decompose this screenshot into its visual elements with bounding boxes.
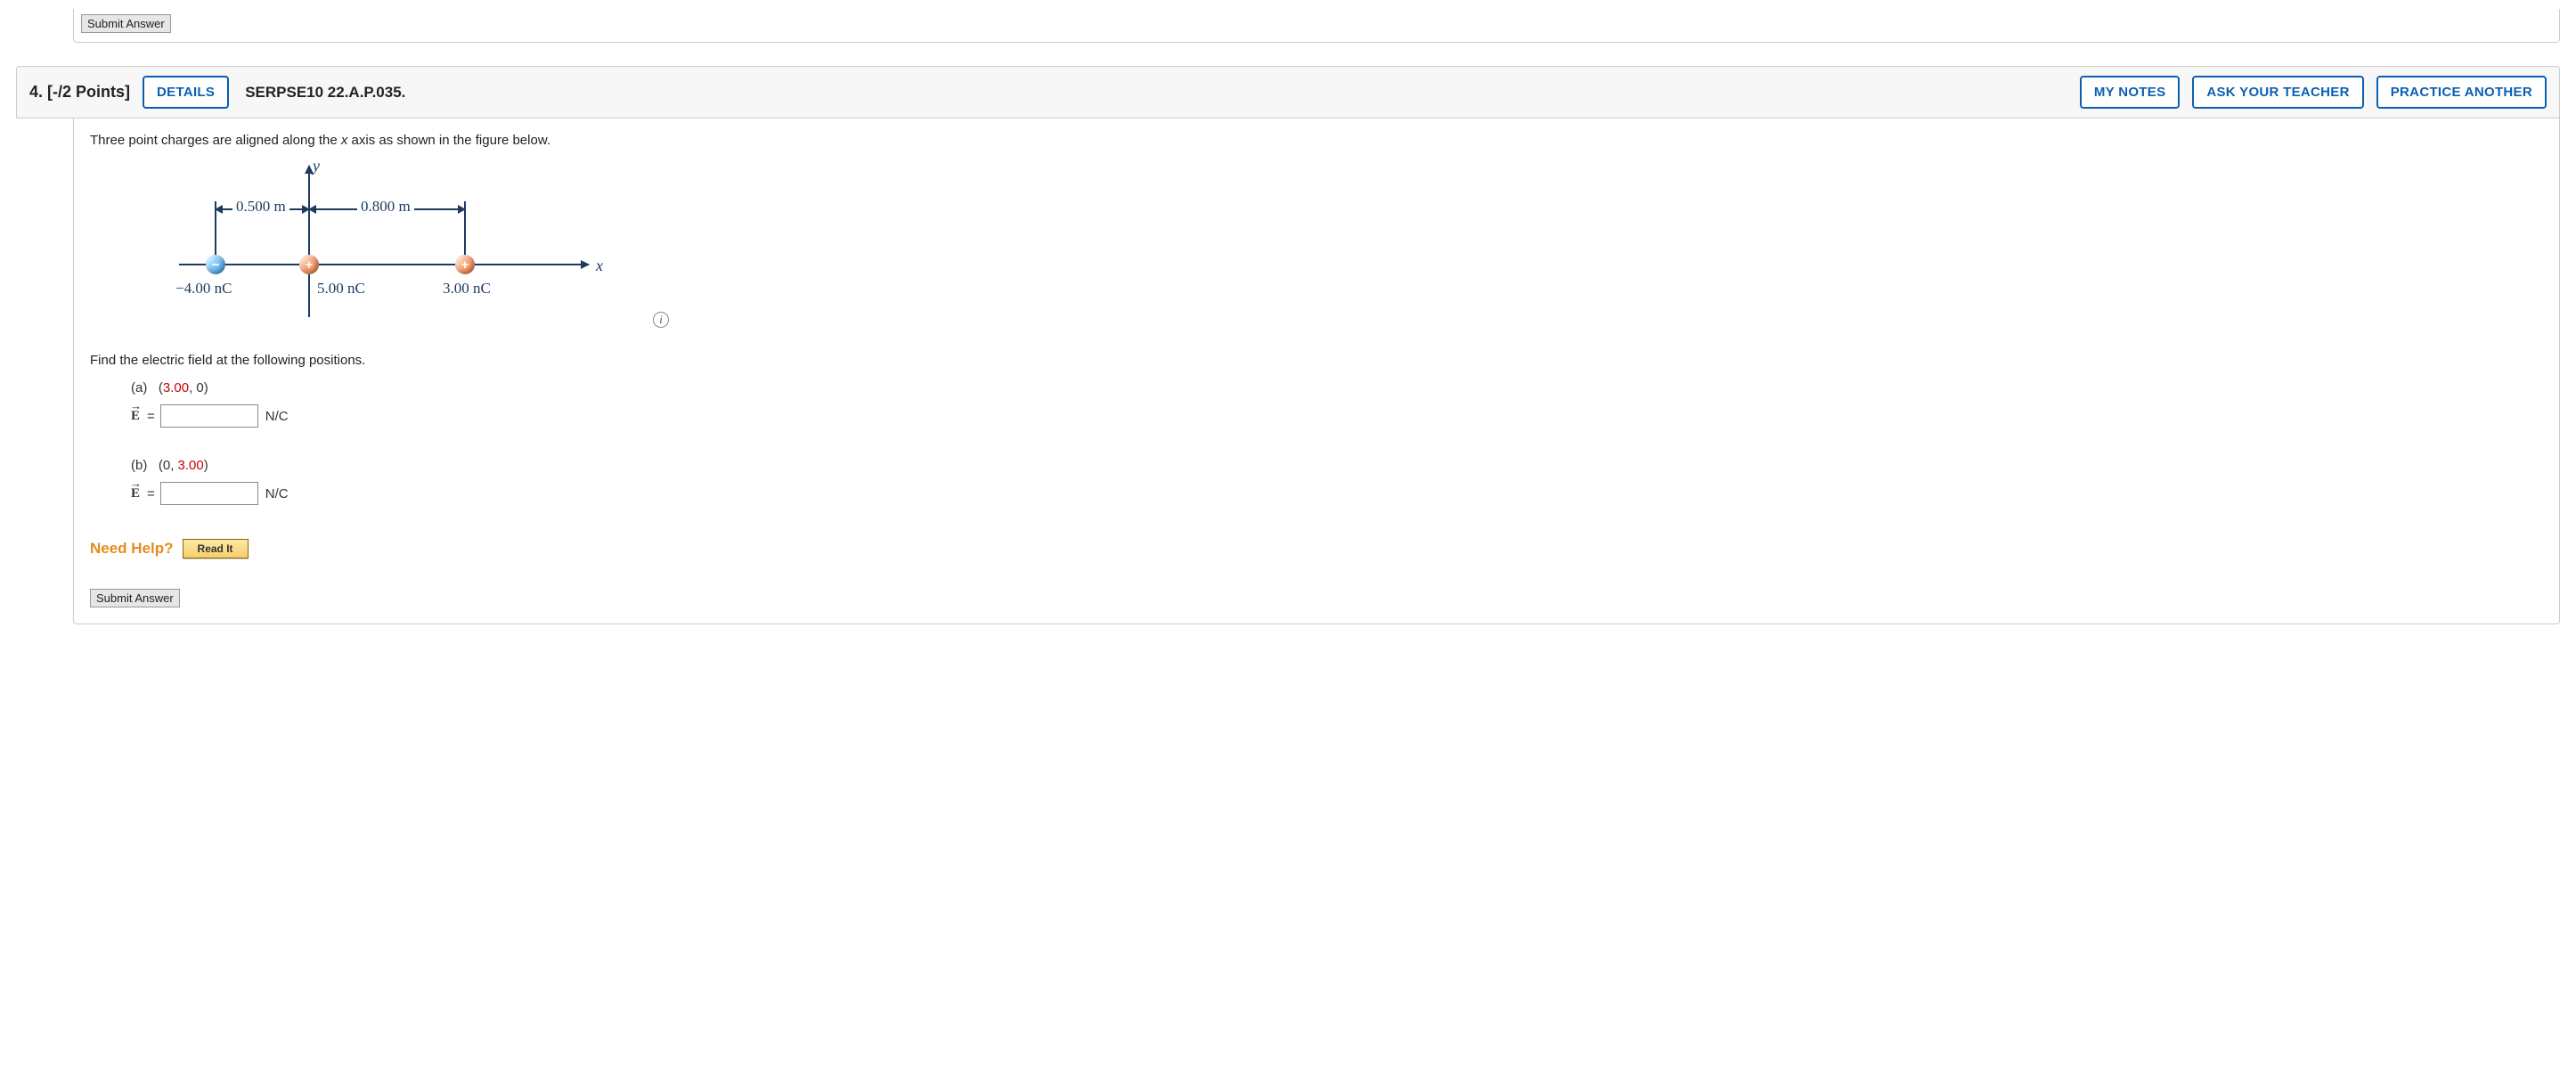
part-a: (a) (3.00, 0) E = N/C: [131, 380, 2543, 428]
figure: y x 0.500 m 0.800 m − + + −4.00 nC 5.00 …: [143, 157, 642, 326]
charge-negative-icon: −: [206, 255, 225, 274]
answer-input-b[interactable]: [160, 482, 258, 505]
question-intro: Three point charges are aligned along th…: [90, 133, 2543, 148]
equals-b: =: [147, 486, 155, 501]
charge-label-3: 3.00 nC: [443, 280, 491, 297]
question-number: 4. [-/2 Points]: [29, 83, 130, 102]
charge-positive-right-icon: +: [455, 255, 475, 274]
details-button[interactable]: DETAILS: [143, 76, 229, 109]
e-vector-symbol-a: E: [131, 409, 142, 424]
y-axis-label: y: [313, 157, 320, 175]
dimension-label-1: 0.500 m: [232, 198, 289, 216]
question-source: SERPSE10 22.A.P.035.: [245, 84, 405, 102]
need-help-label: Need Help?: [90, 540, 174, 558]
question-header: 4. [-/2 Points] DETAILS SERPSE10 22.A.P.…: [16, 66, 2560, 118]
unit-a: N/C: [265, 409, 289, 424]
charge-label-2: 5.00 nC: [317, 280, 365, 297]
read-it-button[interactable]: Read It: [183, 539, 249, 558]
practice-another-button[interactable]: PRACTICE ANOTHER: [2376, 76, 2547, 109]
equals-a: =: [147, 409, 155, 424]
need-help-row: Need Help? Read It: [90, 539, 2543, 558]
submit-answer-button-top[interactable]: Submit Answer: [81, 14, 171, 33]
my-notes-button[interactable]: MY NOTES: [2080, 76, 2180, 109]
x-axis-line: [179, 264, 589, 265]
answer-input-a[interactable]: [160, 404, 258, 428]
info-icon[interactable]: i: [653, 312, 669, 328]
prev-question-footer: Submit Answer: [73, 9, 2560, 43]
ask-teacher-button[interactable]: ASK YOUR TEACHER: [2192, 76, 2363, 109]
unit-b: N/C: [265, 486, 289, 501]
question-prompt: Find the electric field at the following…: [90, 353, 2543, 368]
x-axis-label: x: [596, 257, 603, 275]
submit-answer-button[interactable]: Submit Answer: [90, 589, 180, 607]
charge-label-1: −4.00 nC: [175, 280, 232, 297]
question-body: Three point charges are aligned along th…: [73, 118, 2560, 624]
part-a-label: (a) (3.00, 0): [131, 380, 208, 395]
charge-positive-origin-icon: +: [299, 255, 319, 274]
part-b: (b) (0, 3.00) E = N/C: [131, 458, 2543, 505]
dimension-label-2: 0.800 m: [357, 198, 414, 216]
e-vector-symbol-b: E: [131, 486, 142, 501]
part-b-label: (b) (0, 3.00): [131, 458, 208, 473]
